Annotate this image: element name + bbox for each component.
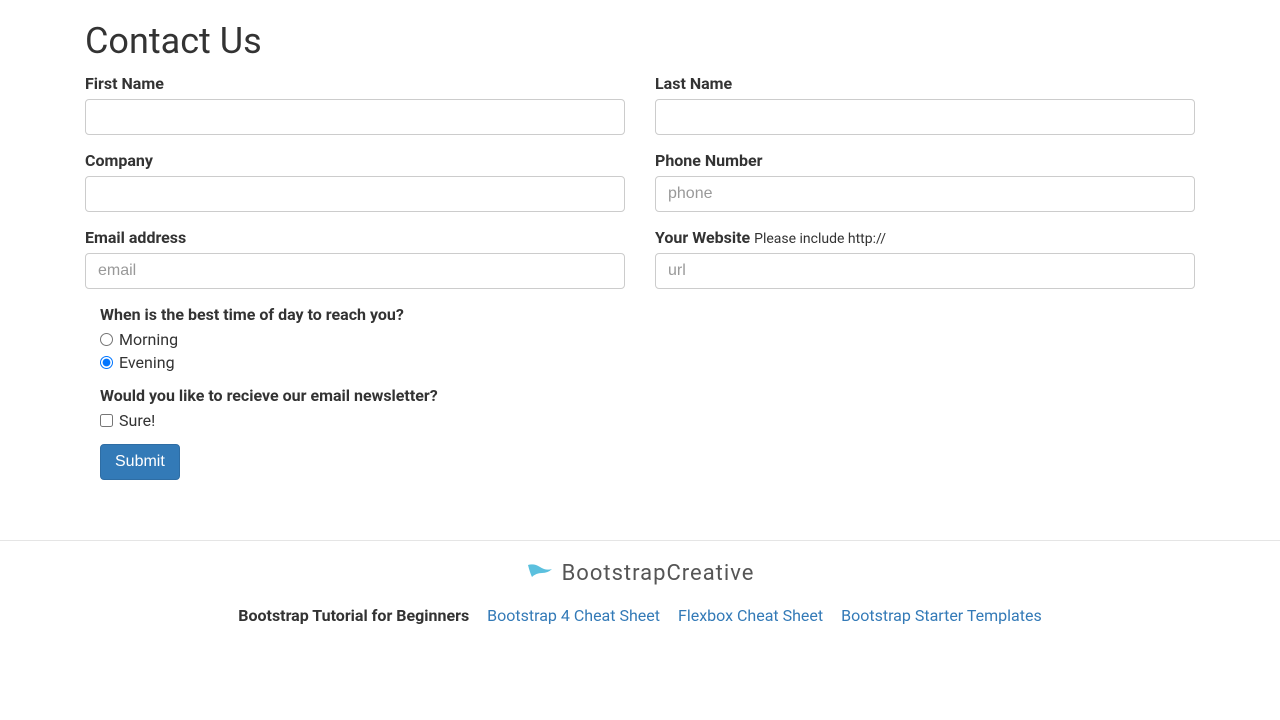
email-label: Email address [85,228,625,247]
submit-button[interactable]: Submit [100,444,180,480]
company-label: Company [85,151,625,170]
phone-input[interactable] [655,176,1195,212]
first-name-input[interactable] [85,99,625,135]
bird-icon [526,563,554,585]
phone-label: Phone Number [655,151,1195,170]
website-label: Your Website Please include http:// [655,228,1195,247]
radio-morning-label: Morning [119,330,178,349]
page-title: Contact Us [85,20,1195,62]
footer-logo: BootstrapCreative [526,561,755,586]
last-name-input[interactable] [655,99,1195,135]
radio-evening-label: Evening [119,353,175,372]
checkbox-newsletter[interactable] [100,414,113,427]
website-hint: Please include http:// [754,231,886,247]
email-input[interactable] [85,253,625,289]
footer-link-cheatsheet4[interactable]: Bootstrap 4 Cheat Sheet [487,606,660,625]
checkbox-newsletter-label: Sure! [119,411,155,430]
footer-link-flexbox[interactable]: Flexbox Cheat Sheet [678,606,823,625]
radio-morning[interactable] [100,333,113,346]
footer-link-templates[interactable]: Bootstrap Starter Templates [841,606,1042,625]
company-input[interactable] [85,176,625,212]
newsletter-question: Would you like to recieve our email news… [100,386,1180,405]
footer-logo-text: BootstrapCreative [562,561,755,586]
first-name-label: First Name [85,74,625,93]
radio-evening[interactable] [100,356,113,369]
website-input[interactable] [655,253,1195,289]
footer: BootstrapCreative Bootstrap Tutorial for… [0,540,1280,665]
last-name-label: Last Name [655,74,1195,93]
best-time-question: When is the best time of day to reach yo… [100,305,1180,324]
footer-link-tutorial[interactable]: Bootstrap Tutorial for Beginners [238,606,469,625]
